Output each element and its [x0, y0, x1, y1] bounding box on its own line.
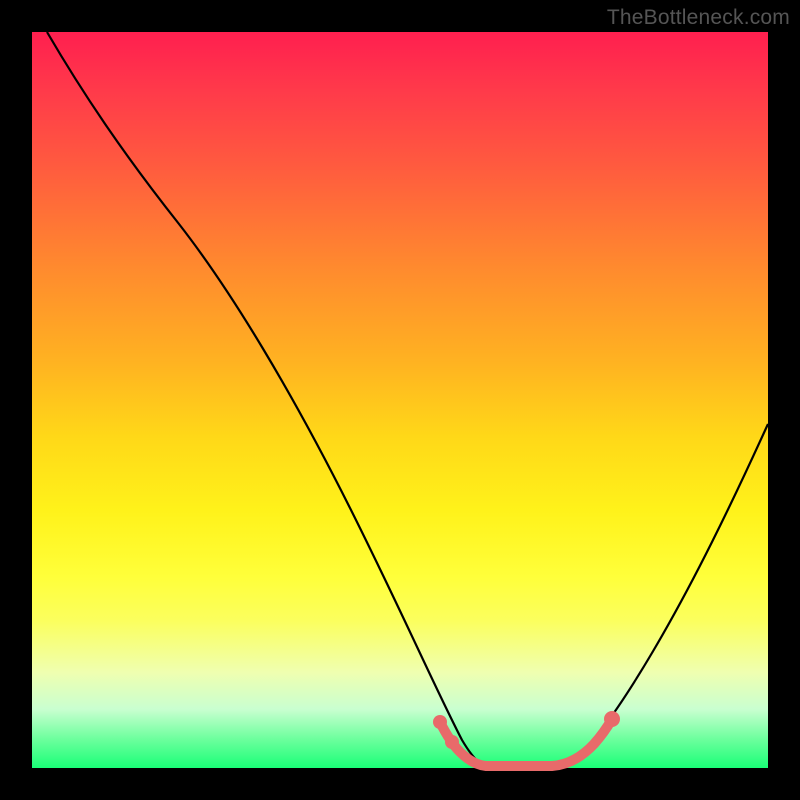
v-curve-path — [47, 32, 768, 767]
valley-marker-icon — [433, 715, 447, 729]
valley-marker-icon — [604, 711, 620, 727]
valley-marker-icon — [445, 735, 459, 749]
watermark-text: TheBottleneck.com — [607, 6, 790, 30]
chart-container: TheBottleneck.com — [0, 0, 800, 800]
valley-highlight-path — [440, 719, 612, 766]
chart-svg — [32, 32, 768, 768]
